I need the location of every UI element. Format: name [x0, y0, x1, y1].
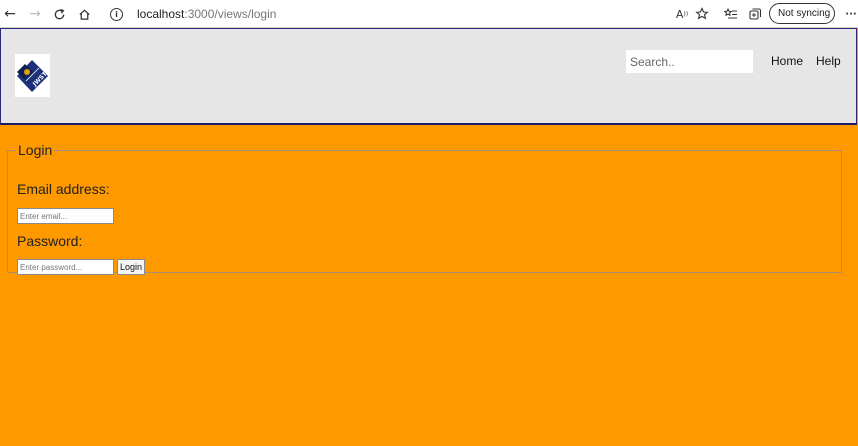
site-header: JWST Home Help — [0, 28, 857, 125]
read-aloud-icon[interactable]: A)) — [673, 5, 691, 23]
nav-help-link[interactable]: Help — [816, 54, 841, 68]
url-host: localhost — [137, 7, 185, 21]
login-fieldset: Login Email address: Password: Login — [7, 142, 842, 275]
url-text[interactable]: localhost:3000/views/login — [137, 7, 276, 21]
browser-toolbar: ← → i localhost:3000/views/login A)) Not… — [0, 0, 858, 28]
nav-home-link[interactable]: Home — [771, 54, 803, 68]
profile-sync-button[interactable]: Not syncing — [769, 3, 835, 24]
refresh-icon[interactable] — [49, 4, 69, 24]
add-favorite-icon[interactable] — [693, 5, 711, 23]
search-input[interactable] — [626, 50, 753, 73]
url-path: :3000/views/login — [184, 7, 277, 21]
password-field[interactable] — [17, 259, 114, 275]
login-button[interactable]: Login — [117, 259, 145, 275]
sync-label: Not syncing — [778, 8, 831, 19]
email-label: Email address: — [17, 181, 110, 197]
back-icon[interactable]: ← — [0, 4, 20, 24]
more-options-icon[interactable]: ··· — [842, 5, 858, 23]
forward-icon[interactable]: → — [25, 4, 45, 24]
site-logo[interactable]: JWST — [15, 54, 50, 97]
site-info-icon[interactable]: i — [110, 7, 123, 21]
home-icon[interactable] — [74, 4, 94, 24]
collections-icon[interactable] — [746, 5, 764, 23]
login-legend: Login — [18, 142, 53, 158]
email-field[interactable] — [17, 208, 114, 224]
address-bar[interactable]: i localhost:3000/views/login — [101, 3, 656, 25]
password-label: Password: — [17, 233, 83, 249]
favorites-icon[interactable] — [722, 5, 740, 23]
